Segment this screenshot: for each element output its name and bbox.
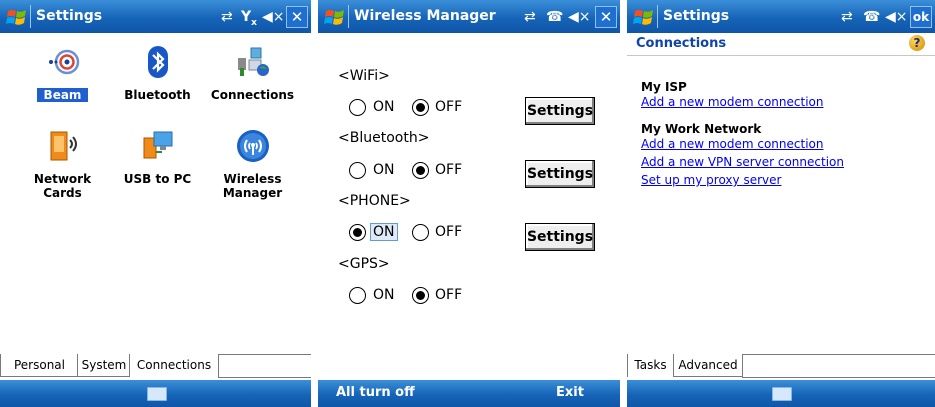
- connections-icon: [237, 47, 269, 76]
- wifi-on-label[interactable]: ON: [373, 99, 395, 115]
- gps-off-label[interactable]: OFF: [435, 287, 462, 303]
- keyboard-icon[interactable]: [772, 387, 792, 401]
- beam-icon: [48, 49, 79, 75]
- bluetooth-off-label[interactable]: OFF: [435, 162, 462, 178]
- title-bar: Settings ⇄ Yx ◀× ✕: [0, 0, 311, 33]
- gps-label: <GPS>: [338, 256, 390, 272]
- wifi-off-label[interactable]: OFF: [435, 99, 462, 115]
- bluetooth-on-radio[interactable]: [349, 162, 366, 179]
- radio-selected-dot: [353, 228, 362, 237]
- connectivity-icon[interactable]: ⇄: [524, 8, 536, 26]
- app-connections[interactable]: Connections: [205, 44, 300, 114]
- phone-on-radio[interactable]: [349, 224, 366, 241]
- connections-settings-screen: Settings ⇄ ☎ ◀× ok Connections ? My ISP …: [627, 0, 935, 407]
- bluetooth-icon: [147, 46, 168, 78]
- app-wireless-manager[interactable]: Wireless Manager: [205, 128, 300, 208]
- volume-mute-icon[interactable]: ◀×: [885, 8, 908, 26]
- app-label-bluetooth: Bluetooth: [124, 88, 191, 102]
- all-turn-off-softkey[interactable]: All turn off: [336, 385, 415, 400]
- wireless-manager-screen: Wireless Manager ⇄ ☎ ◀× ✕ <WiFi> ON OFF …: [318, 0, 620, 407]
- title-separator: [657, 5, 658, 28]
- link-add-vpn-connection[interactable]: Add a new VPN server connection: [641, 155, 844, 169]
- soft-key-bar: All turn off Exit: [318, 380, 620, 407]
- exit-softkey[interactable]: Exit: [556, 385, 584, 400]
- title-bar: Wireless Manager ⇄ ☎ ◀× ✕: [318, 0, 620, 33]
- windows-start-icon[interactable]: [6, 7, 28, 27]
- group-heading-my-isp: My ISP: [641, 80, 687, 94]
- tab-system[interactable]: System: [77, 354, 131, 377]
- volume-mute-icon[interactable]: ◀×: [262, 8, 285, 26]
- window-title: Settings: [663, 8, 730, 24]
- gps-off-radio[interactable]: [412, 287, 429, 304]
- link-set-up-proxy[interactable]: Set up my proxy server: [641, 173, 781, 187]
- connectivity-icon[interactable]: ⇄: [841, 8, 853, 26]
- bluetooth-off-radio[interactable]: [412, 162, 429, 179]
- signal-off-icon[interactable]: Yx: [241, 8, 257, 28]
- app-network-cards[interactable]: Network Cards: [15, 128, 110, 208]
- network-cards-icon: [50, 131, 77, 161]
- window-title: Wireless Manager: [354, 8, 496, 24]
- gps-on-radio[interactable]: [349, 287, 366, 304]
- soft-key-bar: [0, 380, 311, 407]
- radio-selected-dot: [416, 103, 425, 112]
- app-label-network-cards: Network Cards: [33, 172, 92, 200]
- usb-to-pc-icon: [143, 131, 172, 159]
- radio-selected-dot: [416, 166, 425, 175]
- phone-off-icon[interactable]: ☎: [546, 8, 563, 26]
- tab-connections[interactable]: Connections: [129, 354, 219, 377]
- phone-label: <PHONE>: [338, 193, 411, 209]
- wifi-on-radio[interactable]: [349, 99, 366, 116]
- link-add-modem-connection-isp[interactable]: Add a new modem connection: [641, 95, 823, 109]
- phone-off-icon[interactable]: ☎: [863, 8, 880, 26]
- tab-tasks[interactable]: Tasks: [627, 354, 674, 377]
- wireless-manager-icon: [236, 130, 269, 162]
- tab-personal[interactable]: Personal: [0, 354, 79, 377]
- link-add-modem-connection-work[interactable]: Add a new modem connection: [641, 137, 823, 151]
- windows-start-icon[interactable]: [633, 7, 655, 27]
- app-label-usb-to-pc: USB to PC: [123, 172, 192, 186]
- tab-strip: Personal System Connections: [0, 354, 311, 380]
- bluetooth-settings-button[interactable]: Settings: [525, 160, 595, 188]
- tab-strip: Tasks Advanced: [627, 354, 935, 380]
- app-usb-to-pc[interactable]: USB to PC: [110, 128, 205, 208]
- phone-settings-button[interactable]: Settings: [525, 223, 595, 251]
- page-title: Connections: [636, 36, 727, 51]
- app-bluetooth[interactable]: Bluetooth: [110, 44, 205, 114]
- help-icon[interactable]: ?: [909, 35, 925, 51]
- app-label-connections: Connections: [210, 88, 295, 102]
- ok-button[interactable]: ok: [910, 6, 932, 28]
- volume-mute-icon[interactable]: ◀×: [568, 8, 591, 26]
- soft-key-bar: [627, 380, 935, 407]
- phone-off-label[interactable]: OFF: [435, 224, 462, 240]
- tab-filler: [742, 355, 935, 378]
- group-heading-my-work-network: My Work Network: [641, 122, 762, 136]
- phone-off-radio[interactable]: [412, 224, 429, 241]
- page-header: Connections ?: [627, 33, 935, 56]
- windows-start-icon[interactable]: [324, 7, 346, 27]
- tab-filler: [218, 355, 311, 378]
- window-title: Settings: [36, 8, 103, 24]
- connectivity-icon[interactable]: ⇄: [221, 8, 233, 26]
- app-label-wireless-manager: Wireless Manager: [222, 172, 283, 200]
- gps-on-label[interactable]: ON: [373, 287, 395, 303]
- keyboard-icon[interactable]: [146, 387, 167, 401]
- title-separator: [348, 5, 349, 28]
- close-button[interactable]: ✕: [595, 6, 617, 28]
- wifi-off-radio[interactable]: [412, 99, 429, 116]
- tab-advanced[interactable]: Advanced: [673, 354, 743, 377]
- wifi-label: <WiFi>: [338, 68, 390, 84]
- wifi-settings-button[interactable]: Settings: [525, 97, 595, 125]
- app-beam[interactable]: Beam: [15, 44, 110, 114]
- title-bar: Settings ⇄ ☎ ◀× ok: [627, 0, 935, 33]
- close-button[interactable]: ✕: [286, 6, 308, 28]
- app-label-beam: Beam: [37, 88, 88, 102]
- bluetooth-on-label[interactable]: ON: [373, 162, 395, 178]
- title-separator: [30, 5, 31, 28]
- settings-screen: Settings ⇄ Yx ◀× ✕ Beam Bluetooth Connec…: [0, 0, 311, 407]
- radio-selected-dot: [416, 291, 425, 300]
- bluetooth-label: <Bluetooth>: [338, 130, 430, 146]
- phone-on-label[interactable]: ON: [370, 223, 398, 241]
